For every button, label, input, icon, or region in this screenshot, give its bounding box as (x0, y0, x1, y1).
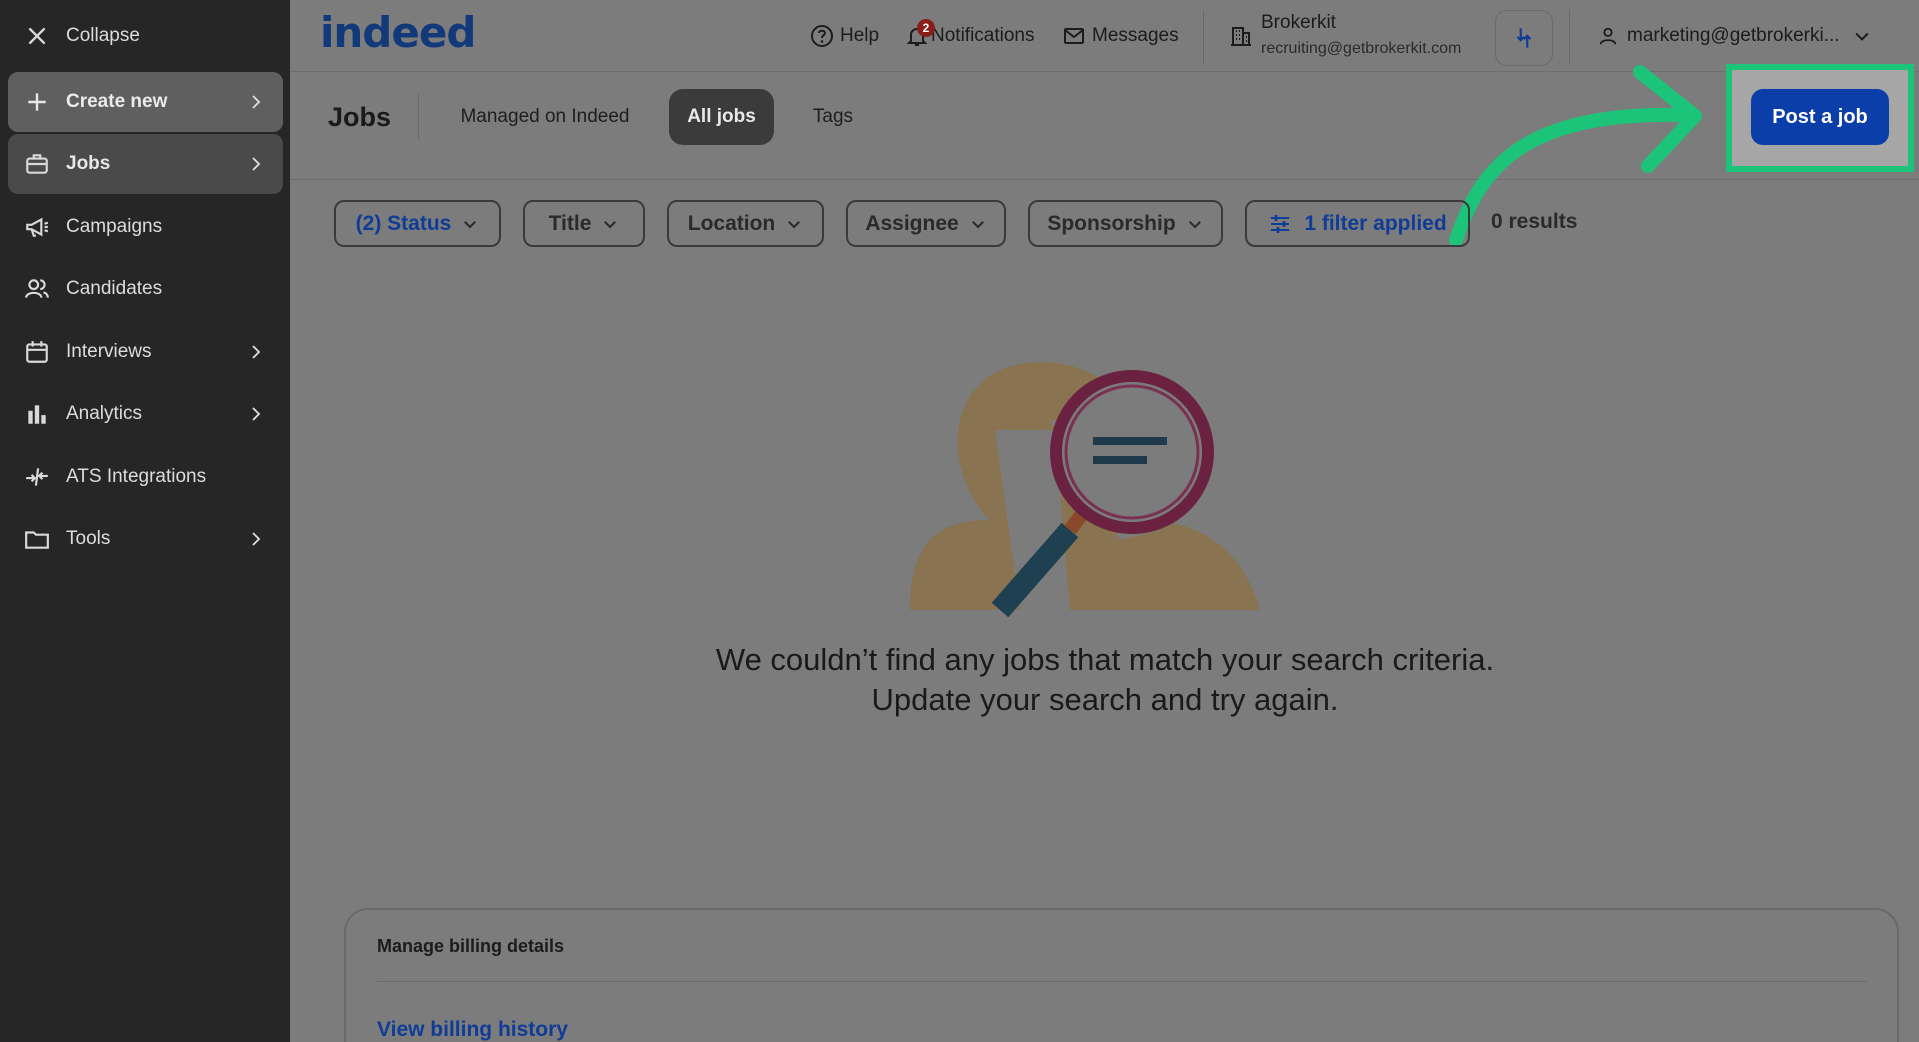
tab-all-jobs[interactable]: All jobs (669, 89, 774, 145)
notifications-link[interactable]: 2 Notifications (905, 19, 1035, 52)
header-divider (1569, 10, 1570, 64)
billing-divider (377, 981, 1867, 982)
sidebar-item-jobs[interactable]: Jobs (8, 134, 283, 194)
sidebar-item-create-new[interactable]: Create new (8, 72, 283, 132)
tab-label: All jobs (687, 106, 756, 127)
results-count: 0 results (1491, 210, 1578, 233)
calendar-icon (22, 337, 52, 367)
all-filters-button[interactable]: 1 filter applied (1245, 200, 1470, 247)
folder-icon (22, 524, 52, 554)
chevron-down-icon (604, 220, 617, 228)
sidebar-item-campaigns[interactable]: Campaigns (8, 197, 283, 257)
bell-icon-wrap: 2 (905, 19, 935, 48)
messages-link[interactable]: Messages (1062, 20, 1179, 52)
sidebar-item-label: Analytics (66, 403, 143, 424)
mail-icon (1064, 28, 1084, 44)
tab-label: Managed on Indeed (460, 106, 630, 127)
sidebar-item-interviews[interactable]: Interviews (8, 322, 283, 382)
messages-label: Messages (1092, 25, 1179, 46)
tab-managed-on-indeed[interactable]: Managed on Indeed (450, 89, 640, 145)
tab-tags[interactable]: Tags (798, 89, 868, 145)
filter-label: Sponsorship (1047, 211, 1176, 235)
megaphone-icon (22, 212, 52, 242)
header-divider (1203, 10, 1204, 64)
chevron-right-icon (252, 532, 261, 546)
location-filter[interactable]: Location (667, 200, 824, 247)
post-job-label: Post a job (1772, 105, 1868, 128)
empty-state-message: We couldn’t find any jobs that match you… (600, 640, 1610, 720)
sidebar-item-label: Candidates (66, 278, 163, 299)
sidebar-item-label: Tools (66, 528, 111, 549)
sidebar-item-analytics[interactable]: Analytics (8, 384, 283, 444)
no-results-illustration (910, 362, 1260, 618)
annotation-arrow (1449, 65, 1702, 247)
sidebar-item-label: Create new (66, 91, 168, 112)
switch-account-button[interactable] (1495, 10, 1553, 66)
help-label: Help (840, 25, 880, 46)
help-icon (811, 25, 833, 47)
briefcase-icon (22, 149, 52, 179)
sidebar-item-ats-integrations[interactable]: ATS Integrations (8, 447, 283, 507)
notifications-label: Notifications (931, 25, 1035, 46)
company-switcher[interactable]: Brokerkit recruiting@getbrokerkit.com (1229, 12, 1469, 62)
collapse-button[interactable]: Collapse (8, 6, 283, 66)
company-email: recruiting@getbrokerkit.com (1261, 40, 1462, 57)
sidebar-item-label: ATS Integrations (66, 466, 207, 487)
people-icon (22, 274, 52, 304)
status-filter[interactable]: (2) Status (334, 200, 501, 247)
filter-label: (2) Status (355, 211, 452, 235)
chevron-down-icon (464, 220, 477, 228)
sponsorship-filter[interactable]: Sponsorship (1028, 200, 1223, 247)
chevron-down-icon (971, 220, 984, 228)
close-icon (22, 21, 52, 51)
account-menu[interactable]: marketing@getbrokerki... (1597, 20, 1872, 52)
empty-state-line: Update your search and try again. (871, 682, 1339, 717)
sidebar-item-label: Jobs (66, 153, 111, 174)
chevron-down-icon (1855, 32, 1869, 41)
title-filter[interactable]: Title (523, 200, 645, 247)
account-email: marketing@getbrokerki... (1627, 25, 1840, 46)
sidebar-item-tools[interactable]: Tools (8, 509, 283, 569)
chevron-right-icon (252, 157, 261, 171)
sliders-icon (1271, 214, 1290, 233)
plus-icon (22, 87, 52, 117)
company-name: Brokerkit (1261, 12, 1336, 33)
chevron-right-icon (252, 345, 261, 359)
title-divider (418, 94, 419, 140)
sidebar-item-label: Interviews (66, 341, 152, 362)
assignee-filter[interactable]: Assignee (846, 200, 1006, 247)
filter-label: Location (687, 211, 776, 235)
chevron-down-icon (1188, 220, 1201, 228)
help-link[interactable]: Help (810, 20, 879, 52)
sidebar-item-label: Campaigns (66, 216, 163, 237)
chevron-right-icon (252, 407, 261, 421)
logo-text: indeed (320, 8, 476, 57)
post-job-button[interactable]: Post a job (1751, 89, 1889, 145)
billing-card: Manage billing details View billing hist… (344, 908, 1899, 1042)
filter-label: Assignee (865, 211, 959, 235)
billing-title: Manage billing details (377, 936, 565, 956)
tab-label: Tags (812, 106, 854, 127)
swap-arrows-icon (1516, 28, 1532, 48)
indeed-logo[interactable]: indeed (320, 8, 476, 60)
view-billing-history-link[interactable]: View billing history (377, 1018, 568, 1042)
filter-label: 1 filter applied (1304, 211, 1447, 235)
chevron-down-icon (788, 220, 801, 228)
bar-chart-icon (22, 399, 52, 429)
sidebar: Collapse Create new Jobs Campaigns Candi… (0, 0, 290, 1042)
sidebar-item-candidates[interactable]: Candidates (8, 259, 283, 319)
page-title: Jobs (328, 102, 392, 132)
empty-state-line: We couldn’t find any jobs that match you… (715, 642, 1495, 677)
notification-badge: 2 (917, 19, 935, 37)
building-icon (1231, 27, 1251, 46)
integration-icon (22, 462, 52, 492)
collapse-label: Collapse (66, 25, 140, 46)
chevron-right-icon (252, 95, 261, 109)
filter-label: Title (548, 211, 592, 235)
user-icon (1599, 27, 1617, 45)
